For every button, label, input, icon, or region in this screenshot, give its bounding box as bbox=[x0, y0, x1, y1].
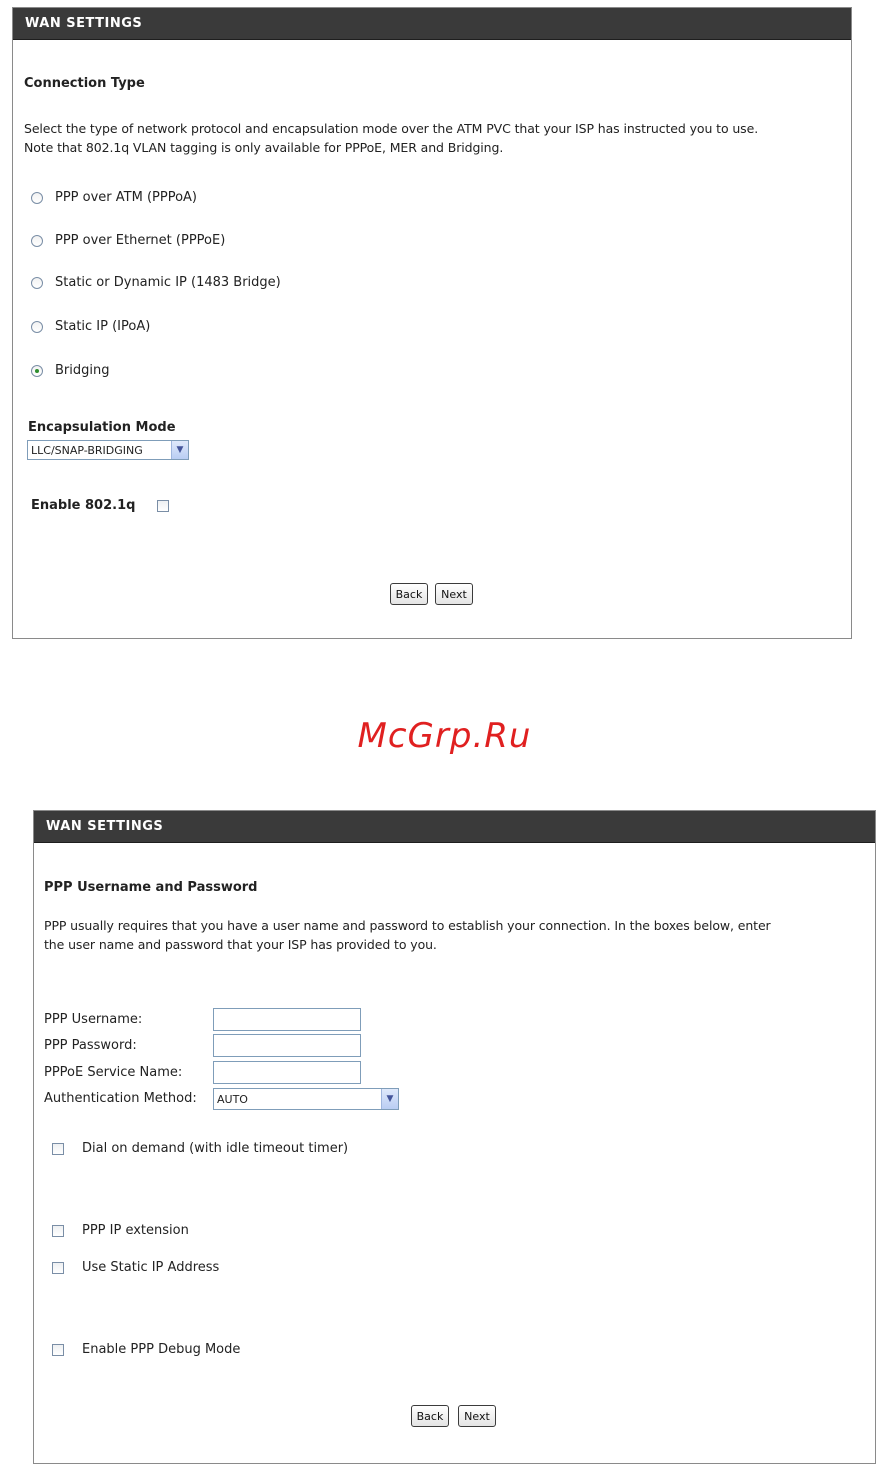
description-line: Note that 802.1q VLAN tagging is only av… bbox=[24, 140, 504, 155]
encapsulation-mode-select[interactable]: LLC/SNAP-BRIDGING ▼ bbox=[27, 440, 189, 460]
enable-802-1q-label: Enable 802.1q bbox=[31, 498, 136, 513]
radio-ipoa[interactable]: Static IP (IPoA) bbox=[31, 319, 150, 334]
dial-on-demand-row[interactable]: Dial on demand (with idle timeout timer) bbox=[52, 1141, 348, 1156]
description-line: Select the type of network protocol and … bbox=[24, 121, 759, 136]
ppp-password-label: PPP Password: bbox=[44, 1038, 137, 1053]
radio-button-selected[interactable] bbox=[31, 364, 43, 377]
authentication-method-label: Authentication Method: bbox=[44, 1091, 197, 1106]
ppp-username-label: PPP Username: bbox=[44, 1012, 143, 1027]
radio-label: PPP over Ethernet (PPPoE) bbox=[55, 233, 226, 248]
back-button[interactable]: Back bbox=[411, 1405, 449, 1427]
enable-802-1q-row: Enable 802.1q bbox=[31, 498, 170, 513]
ppp-debug-mode-row[interactable]: Enable PPP Debug Mode bbox=[52, 1342, 240, 1357]
description-line: the user name and password that your ISP… bbox=[44, 937, 437, 952]
ppp-ip-extension-row[interactable]: PPP IP extension bbox=[52, 1223, 189, 1238]
section-title: Connection Type bbox=[24, 76, 145, 91]
radio-button[interactable] bbox=[31, 320, 43, 333]
watermark-text: McGrp.Ru bbox=[357, 716, 532, 756]
radio-label: Static IP (IPoA) bbox=[55, 319, 151, 334]
chevron-down-icon[interactable]: ▼ bbox=[381, 1089, 398, 1109]
select-value: AUTO bbox=[217, 1092, 248, 1106]
use-static-ip-row[interactable]: Use Static IP Address bbox=[52, 1260, 219, 1275]
ppp-ip-extension-checkbox[interactable] bbox=[52, 1224, 64, 1237]
wan-settings-connection-panel: WAN SETTINGS Connection Type Select the … bbox=[12, 7, 852, 639]
radio-label: PPP over ATM (PPPoA) bbox=[55, 190, 197, 205]
ppp-password-input[interactable] bbox=[213, 1034, 361, 1057]
radio-pppoe[interactable]: PPP over Ethernet (PPPoE) bbox=[31, 233, 225, 248]
ppp-debug-mode-label: Enable PPP Debug Mode bbox=[82, 1342, 241, 1357]
radio-bridging[interactable]: Bridging bbox=[31, 363, 109, 378]
chevron-down-icon[interactable]: ▼ bbox=[171, 441, 188, 459]
dial-on-demand-label: Dial on demand (with idle timeout timer) bbox=[82, 1141, 349, 1156]
dial-on-demand-checkbox[interactable] bbox=[52, 1142, 64, 1155]
description: Select the type of network protocol and … bbox=[24, 119, 758, 157]
description-line: PPP usually requires that you have a use… bbox=[44, 918, 771, 933]
pppoe-service-name-label: PPPoE Service Name: bbox=[44, 1065, 183, 1080]
ppp-debug-mode-checkbox[interactable] bbox=[52, 1343, 64, 1356]
panel-header: WAN SETTINGS bbox=[13, 8, 851, 40]
radio-label: Bridging bbox=[55, 363, 110, 378]
back-button[interactable]: Back bbox=[390, 583, 428, 605]
radio-button[interactable] bbox=[31, 234, 43, 247]
select-value: LLC/SNAP-BRIDGING bbox=[31, 443, 143, 457]
enable-802-1q-checkbox[interactable] bbox=[157, 499, 170, 512]
encapsulation-mode-label: Encapsulation Mode bbox=[28, 420, 176, 435]
radio-button[interactable] bbox=[31, 191, 43, 204]
ppp-username-input[interactable] bbox=[213, 1008, 361, 1031]
panel-header: WAN SETTINGS bbox=[34, 811, 875, 843]
next-button[interactable]: Next bbox=[458, 1405, 496, 1427]
description: PPP usually requires that you have a use… bbox=[44, 916, 771, 954]
use-static-ip-label: Use Static IP Address bbox=[82, 1260, 220, 1275]
pppoe-service-name-input[interactable] bbox=[213, 1061, 361, 1084]
use-static-ip-checkbox[interactable] bbox=[52, 1261, 64, 1274]
radio-1483-bridge[interactable]: Static or Dynamic IP (1483 Bridge) bbox=[31, 275, 281, 290]
radio-button[interactable] bbox=[31, 276, 43, 289]
next-button[interactable]: Next bbox=[435, 583, 473, 605]
radio-pppoa[interactable]: PPP over ATM (PPPoA) bbox=[31, 190, 197, 205]
ppp-ip-extension-label: PPP IP extension bbox=[82, 1223, 189, 1238]
section-title: PPP Username and Password bbox=[44, 880, 258, 895]
wan-settings-ppp-panel: WAN SETTINGS PPP Username and Password P… bbox=[33, 810, 876, 1464]
radio-label: Static or Dynamic IP (1483 Bridge) bbox=[55, 275, 281, 290]
authentication-method-select[interactable]: AUTO ▼ bbox=[213, 1088, 399, 1110]
